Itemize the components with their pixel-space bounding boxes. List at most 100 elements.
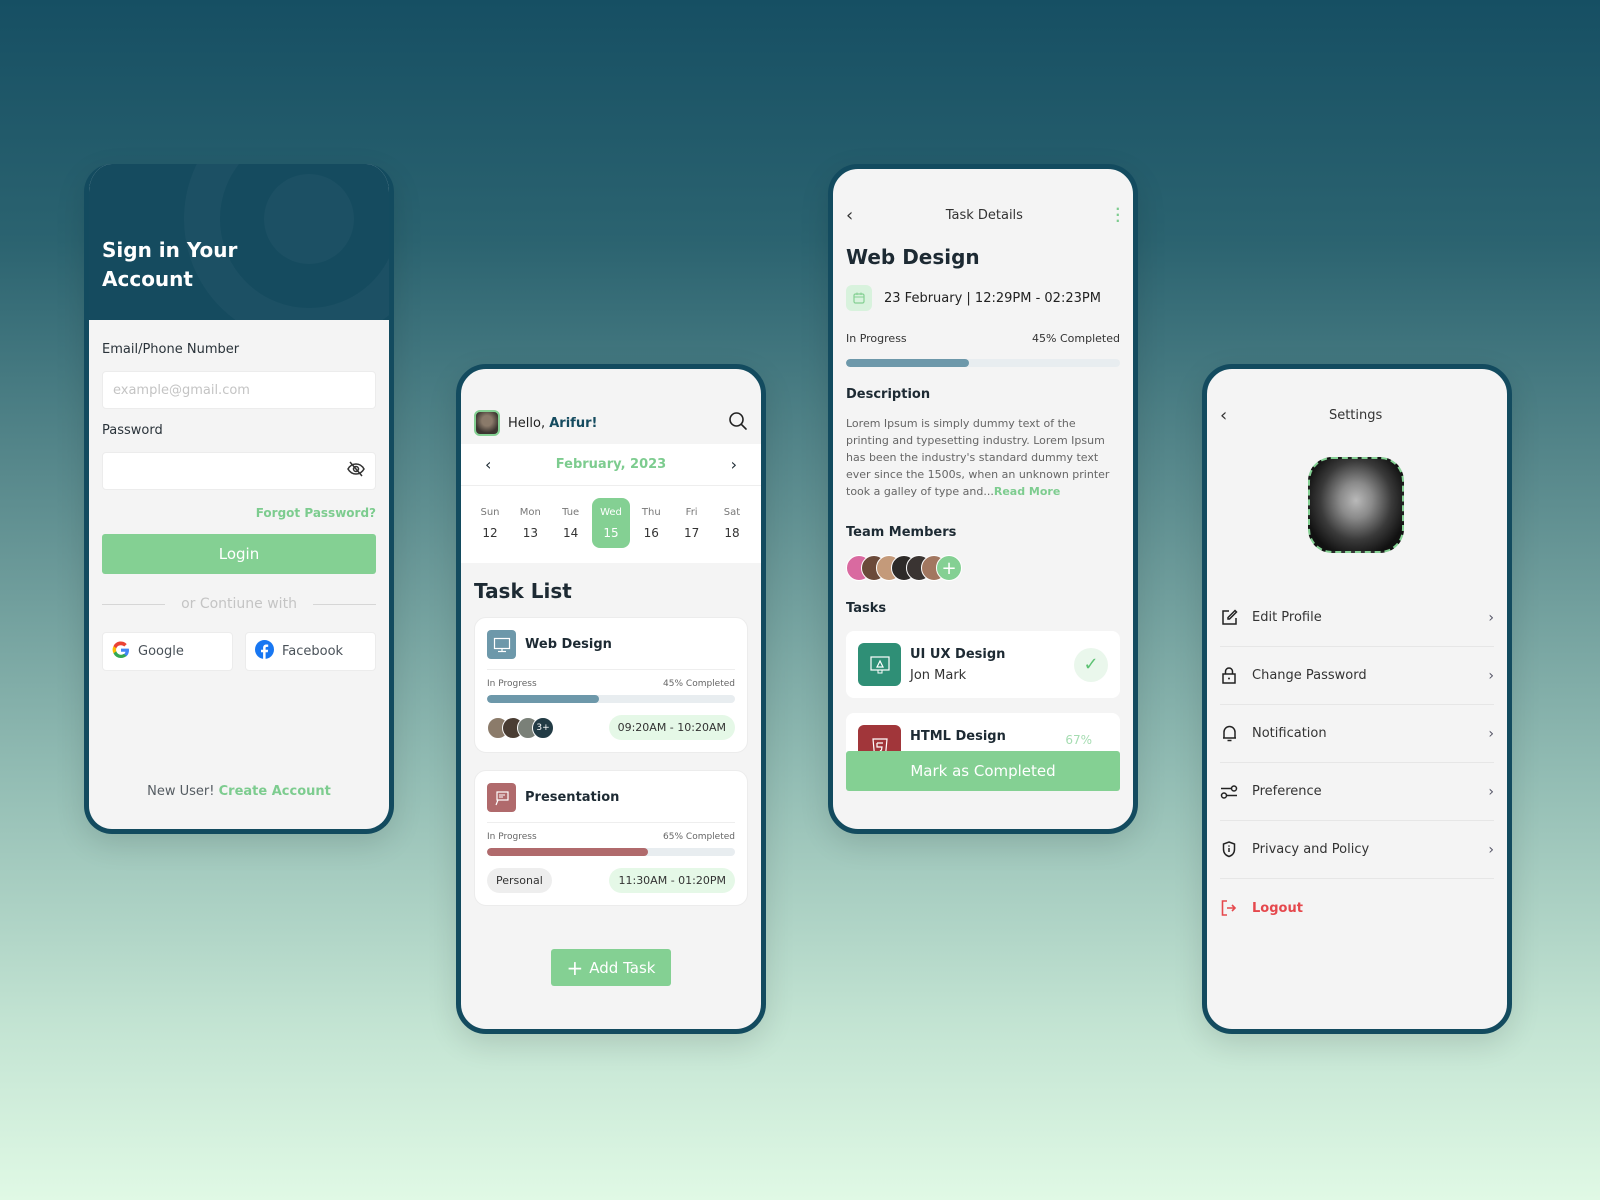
edit-icon [1220,609,1238,626]
calendar-day[interactable]: Fri 17 [673,498,711,548]
task-time: 11:30AM - 01:20PM [609,868,735,893]
calendar-day[interactable]: Thu 16 [632,498,670,548]
calendar-icon [846,285,872,311]
hello-text: Hello, [508,415,546,431]
chevron-right-icon: › [1488,667,1494,684]
settings-item-privacy[interactable]: Privacy and Policy › [1220,821,1494,879]
description-heading: Description [846,387,931,402]
user-name: Arifur! [549,415,598,431]
greeting: Hello, Arifur! [474,410,597,436]
eye-off-icon[interactable] [347,461,365,481]
task-completed: 65% Completed [663,832,735,842]
shield-icon [1220,841,1238,858]
settings-item-notification[interactable]: Notification › [1220,705,1494,763]
description-body: Lorem Ipsum is simply dummy text of the … [846,417,1110,498]
settings-item-label: Edit Profile [1252,610,1322,625]
subtask-card[interactable]: UI UX Design Jon Mark ✓ [846,631,1120,698]
task-date: 23 February | 12:29PM - 02:23PM [846,285,1101,311]
subtask-percent: 67% [1065,733,1092,747]
task-title: Web Design [846,245,980,269]
calendar-day[interactable]: Tue 14 [552,498,590,548]
google-label: Google [138,644,184,659]
progress-fill [846,359,970,367]
email-field[interactable]: example@gmail.com [102,371,376,409]
progress-fill [487,695,599,703]
create-account-link[interactable]: Create Account [219,784,331,799]
logout-button[interactable]: Logout [1220,879,1494,937]
day-number: 18 [724,525,740,540]
settings-item-label: Notification [1252,726,1327,741]
progress-fill [487,848,649,856]
day-name: Sun [480,506,500,518]
task-status: In Progress [846,332,907,345]
next-month-icon[interactable]: › [731,455,737,474]
task-time: 09:20AM - 10:20AM [608,715,735,740]
back-icon[interactable]: ‹ [1220,405,1227,426]
subtask-name: HTML Design [910,729,1006,744]
settings-list: Edit Profile › Change Password › Notific… [1220,589,1494,937]
calendar-day[interactable]: Sat 18 [713,498,751,548]
description-text: Lorem Ipsum is simply dummy text of the … [846,415,1121,500]
task-card[interactable]: Web Design In Progress 45% Completed 3+ 0… [474,617,748,753]
google-icon [112,640,130,663]
chevron-right-icon: › [1488,841,1494,858]
profile-photo[interactable] [1308,457,1404,553]
design-tool-icon [858,643,901,686]
calendar-day[interactable]: Sun 12 [471,498,509,548]
day-name: Thu [641,506,661,518]
chevron-right-icon: › [1488,609,1494,626]
settings-item-edit-profile[interactable]: Edit Profile › [1220,589,1494,647]
task-date-text: 23 February | 12:29PM - 02:23PM [884,290,1101,306]
calendar-day[interactable]: Wed 15 [591,498,630,548]
progress-bar [846,359,1120,367]
settings-item-preference[interactable]: Preference › [1220,763,1494,821]
subtask-assignee: Jon Mark [910,667,967,683]
add-member-button[interactable]: + [936,555,962,581]
signin-header: Sign in Your Account [89,164,389,320]
avatar[interactable] [474,410,500,436]
members-extra: 3+ [532,716,554,739]
facebook-icon [255,640,274,663]
tasks-heading: Tasks [846,601,887,616]
more-icon[interactable]: · · · [1115,203,1120,227]
email-placeholder: example@gmail.com [113,382,250,398]
logout-icon [1220,900,1238,916]
read-more-link[interactable]: Read More [994,485,1060,498]
divider-text: or Contiune with [181,596,297,612]
day-name: Fri [685,506,698,518]
monitor-icon [487,630,516,659]
sliders-icon [1220,784,1238,799]
forgot-password-link[interactable]: Forgot Password? [102,506,376,520]
progress-bar [487,695,735,703]
task-name: Web Design [525,637,612,652]
task-status: In Progress [487,832,537,842]
day-number: 15 [603,525,619,540]
calendar-day[interactable]: Mon 13 [511,498,549,548]
bell-icon [1220,725,1238,742]
mark-completed-button[interactable]: Mark as Completed [846,751,1120,791]
signup-prompt: New User! Create Account [89,784,389,799]
search-icon[interactable] [728,411,748,435]
login-button[interactable]: Login [102,534,376,574]
check-icon[interactable]: ✓ [1074,647,1108,682]
day-number: 13 [522,525,538,540]
task-card[interactable]: Presentation In Progress 65% Completed Pe… [474,770,748,906]
settings-item-change-password[interactable]: Change Password › [1220,647,1494,705]
task-completed: 45% Completed [663,679,735,689]
back-icon[interactable]: ‹ [846,205,853,226]
day-name: Sat [723,506,741,518]
facebook-button[interactable]: Facebook [245,632,376,671]
tasklist-screen: Hello, Arifur! ‹ February, 2023 › Sun 12 M… [456,364,766,1034]
logout-label: Logout [1252,900,1303,916]
prev-month-icon[interactable]: ‹ [485,455,491,474]
add-task-button[interactable]: + Add Task [551,949,671,986]
chevron-right-icon: › [1488,783,1494,800]
lock-icon [1220,667,1238,684]
signin-screen: Sign in Your Account Email/Phone Number … [84,164,394,834]
settings-screen: ‹ Settings Edit Profile › Change Passwor… [1202,364,1512,1034]
team-heading: Team Members [846,525,957,540]
plus-icon: + [566,955,584,980]
task-list-title: Task List [474,579,572,603]
google-button[interactable]: Google [102,632,233,671]
password-field[interactable] [102,452,376,490]
